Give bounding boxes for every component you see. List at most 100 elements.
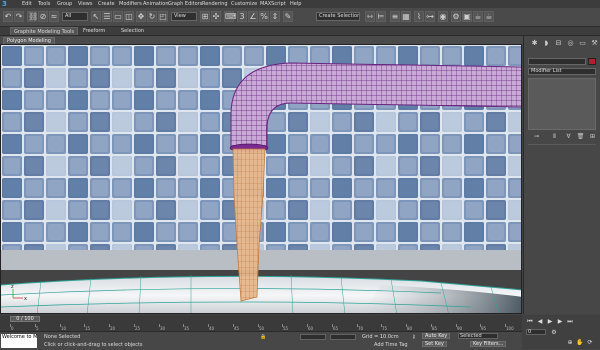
select-object-icon[interactable]: ↖ [91, 11, 101, 22]
undo-icon[interactable]: ↶ [3, 11, 13, 22]
modifier-stack-toolbar: ⊸ Ⅱ ∀ 🗑 ⊞ [528, 133, 596, 141]
material-editor-icon[interactable]: ◉ [438, 11, 448, 22]
graphite-ribbon: Graphite Modeling Tools Freeform Selecti… [0, 27, 600, 36]
object-color-swatch[interactable] [588, 58, 596, 65]
pivot-center-icon[interactable]: ⊞ [200, 11, 210, 22]
render-production-icon[interactable]: ☕ [473, 11, 483, 22]
key-icon[interactable]: ⚷ [412, 334, 416, 340]
layer-manager-icon[interactable]: ≡ [390, 11, 400, 22]
selection-status: None Selected [44, 334, 81, 340]
panel-divider [528, 144, 596, 145]
menu-animation[interactable]: Animation [143, 0, 169, 8]
perspective-viewport[interactable]: x z [0, 44, 522, 314]
menu-group[interactable]: Group [57, 0, 72, 8]
hierarchy-tab-icon[interactable]: ⊟ [554, 39, 563, 48]
reference-coordinate-dropdown[interactable]: View [171, 12, 197, 21]
menu-graph-editors[interactable]: Graph Editors [168, 0, 202, 8]
edit-named-selection-icon[interactable]: ✎ [283, 11, 293, 22]
mirror-icon[interactable]: ⇿ [365, 11, 375, 22]
scale-icon[interactable]: ◰ [158, 11, 168, 22]
spinner-snap-icon[interactable]: ⇕ [270, 11, 280, 22]
y-coordinate-field[interactable] [330, 334, 356, 340]
remove-modifier-icon[interactable]: 🗑 [576, 133, 585, 141]
rendered-frame-window-icon[interactable]: ▣ [462, 11, 472, 22]
configure-modifier-sets-icon[interactable]: ⊞ [588, 133, 597, 141]
previous-frame-icon[interactable]: ◀ [536, 318, 544, 325]
menu-tools[interactable]: Tools [38, 0, 50, 8]
angle-snap-icon[interactable]: ∠ [248, 11, 258, 22]
bind-space-warp-icon[interactable]: ≈ [49, 11, 59, 22]
set-key-button[interactable]: Set Key [422, 341, 447, 347]
time-config-icon[interactable]: ⚙ [550, 329, 558, 336]
percent-snap-icon[interactable]: % [259, 11, 269, 22]
x-coordinate-field[interactable] [300, 334, 326, 340]
move-icon[interactable]: ✥ [136, 11, 146, 22]
window-crossing-icon[interactable]: ◫ [124, 11, 134, 22]
timeline: 0 / 100 0 5 10 15 20 25 30 35 40 45 50 55 60 65 70 75 80… [0, 315, 522, 331]
select-by-name-icon[interactable]: ☰ [102, 11, 112, 22]
utilities-tab-icon[interactable]: ⚒ [590, 39, 599, 48]
make-unique-icon[interactable]: ∀ [564, 133, 573, 141]
orbit-icon[interactable]: ⟳ [586, 339, 594, 346]
track-bar[interactable]: 0 5 10 15 20 25 30 35 40 45 50 55 60 65 70 75 80 85 90 95 10… [10, 324, 514, 331]
modifier-list-dropdown[interactable]: Modifier List [528, 68, 596, 75]
lock-selection-icon[interactable]: 🔒 [260, 334, 266, 340]
go-to-start-icon[interactable]: ⏮ [526, 318, 534, 325]
ribbon-panel-bar: Polygon Modeling [0, 36, 600, 45]
redo-icon[interactable]: ↷ [14, 11, 24, 22]
render-setup-icon[interactable]: ⚙ [451, 11, 461, 22]
menu-maxscript[interactable]: MAXScript [260, 0, 286, 8]
keyboard-shortcut-icon[interactable]: ⌨ [224, 11, 237, 22]
menu-edit[interactable]: Edit [22, 0, 32, 8]
add-time-tag[interactable]: Add Time Tag [374, 342, 408, 348]
app-logo-icon[interactable]: 3 [2, 0, 11, 8]
zoom-icon[interactable]: ⊕ [566, 339, 574, 346]
pan-icon[interactable]: ✋ [576, 339, 584, 346]
rectangular-selection-icon[interactable]: ▭ [113, 11, 123, 22]
align-icon[interactable]: ⊨ [376, 11, 386, 22]
tab-graphite-modeling-tools[interactable]: Graphite Modeling Tools [10, 27, 79, 35]
menu-customize[interactable]: Customize [231, 0, 257, 8]
tab-selection[interactable]: Selection [118, 27, 147, 35]
maxscript-listener[interactable]: Welcome to M. [1, 334, 37, 348]
menu-create[interactable]: Create [98, 0, 115, 8]
auto-key-button[interactable]: Auto Key [422, 333, 451, 339]
command-panel-tabs: ✱ ◗ ⊟ ◎ ▭ ⚒ [526, 39, 598, 48]
named-selection-sets-dropdown[interactable]: Create Selection Se [316, 12, 360, 21]
key-filters-button[interactable]: Key Filters... [470, 341, 507, 347]
pin-stack-icon[interactable]: ⊸ [532, 133, 541, 141]
go-to-end-icon[interactable]: ⏭ [566, 318, 574, 325]
snaps-toggle-icon[interactable]: 3 [237, 11, 247, 22]
menu-modifiers[interactable]: Modifiers [119, 0, 142, 8]
modify-tab-icon[interactable]: ◗ [542, 39, 551, 48]
axis-z-label: z [11, 284, 14, 290]
command-panel: ✱ ◗ ⊟ ◎ ▭ ⚒ Modifier List ⊸ Ⅱ ∀ 🗑 ⊞ [523, 36, 600, 314]
create-tab-icon[interactable]: ✱ [530, 39, 539, 48]
next-frame-icon[interactable]: ▶ [556, 318, 564, 325]
time-slider[interactable]: 0 / 100 [10, 316, 40, 322]
menu-help[interactable]: Help [290, 0, 301, 8]
status-bar: Welcome to M. None Selected Click or cli… [0, 331, 522, 350]
show-end-result-icon[interactable]: Ⅱ [550, 133, 559, 141]
rotate-icon[interactable]: ↻ [147, 11, 157, 22]
schematic-view-icon[interactable]: ⊶ [425, 11, 435, 22]
render-iterative-icon[interactable]: ☕ [484, 11, 494, 22]
axis-x-label: x [24, 296, 27, 302]
select-manipulate-icon[interactable]: ✣ [211, 11, 221, 22]
motion-tab-icon[interactable]: ◎ [566, 39, 575, 48]
selection-filter-dropdown[interactable]: All [62, 12, 88, 21]
menu-rendering[interactable]: Rendering [202, 0, 228, 8]
key-mode-dropdown[interactable]: Selected [458, 333, 498, 339]
curve-editor-icon[interactable]: ⌇ [414, 11, 424, 22]
modifier-stack[interactable] [528, 78, 596, 130]
play-icon[interactable]: ▶ [546, 318, 554, 325]
menu-views[interactable]: Views [78, 0, 92, 8]
viewport-render[interactable]: x z [1, 45, 522, 314]
object-name-field[interactable] [528, 58, 586, 65]
current-frame-field[interactable]: 0 [526, 329, 546, 335]
graphite-ribbon-icon[interactable]: ▦ [401, 11, 411, 22]
display-tab-icon[interactable]: ▭ [578, 39, 587, 48]
unlink-icon[interactable]: ⊘ [38, 11, 48, 22]
link-icon[interactable]: ⛓ [27, 11, 38, 22]
tab-freeform[interactable]: Freeform [80, 27, 108, 35]
